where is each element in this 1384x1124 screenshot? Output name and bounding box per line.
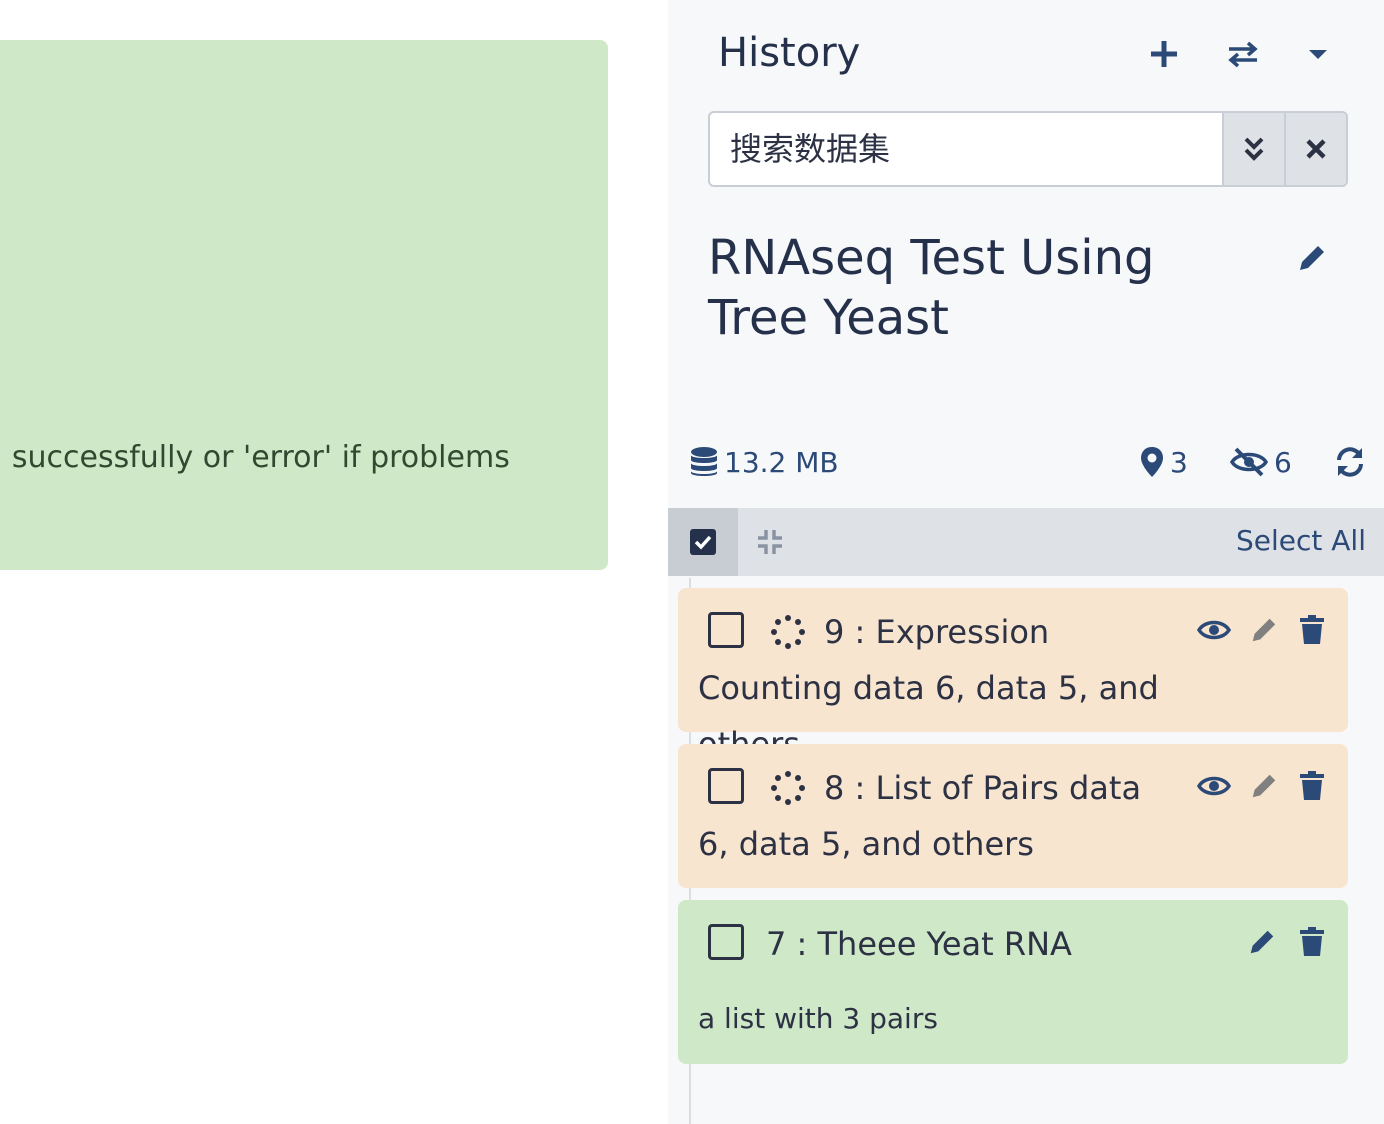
eye-icon — [1197, 620, 1231, 640]
dataset-title[interactable]: 7 : Theee Yeat RNA — [698, 916, 1178, 972]
exchange-icon — [1228, 41, 1258, 68]
switch-history-button[interactable] — [1223, 34, 1263, 74]
trash-icon — [1300, 615, 1324, 644]
plus-icon — [1151, 41, 1177, 67]
history-name: RNAseq Test Using Tree Yeast — [708, 230, 1155, 346]
alert-text: l successfully or 'error' if problems — [0, 440, 510, 475]
compress-icon — [758, 530, 782, 554]
history-options-dropdown[interactable] — [1298, 34, 1338, 74]
delete-dataset-button[interactable] — [1292, 766, 1332, 806]
trash-icon — [1300, 771, 1324, 800]
advanced-search-toggle[interactable] — [1222, 113, 1284, 185]
create-history-button[interactable] — [1144, 34, 1184, 74]
collapse-all-button[interactable] — [752, 524, 788, 560]
history-size[interactable]: 13.2 MB — [690, 440, 839, 484]
view-dataset-button[interactable] — [1194, 766, 1234, 806]
pencil-icon — [1252, 618, 1276, 642]
edit-history-button[interactable] — [1292, 238, 1332, 278]
hidden-datasets-filter[interactable]: 6 — [1230, 440, 1292, 484]
hidden-count: 6 — [1274, 445, 1292, 479]
selection-mode-toggle[interactable] — [668, 508, 738, 576]
edit-collection-button[interactable] — [1242, 922, 1282, 962]
tool-info-alert: l successfully or 'error' if problems — [0, 40, 608, 570]
eye-slash-icon — [1230, 447, 1268, 477]
sync-icon — [1337, 447, 1363, 477]
edit-dataset-button[interactable] — [1244, 766, 1284, 806]
pencil-icon — [1252, 774, 1276, 798]
select-all-button[interactable]: Select All — [1236, 524, 1366, 557]
caret-down-icon — [1309, 50, 1327, 59]
delete-collection-button[interactable] — [1292, 922, 1332, 962]
dataset-title[interactable]: 8 : List of Pairs data 6, data 5, and ot… — [698, 760, 1178, 872]
shown-datasets-filter[interactable]: 3 — [1140, 440, 1188, 484]
shown-count: 3 — [1170, 445, 1188, 479]
search-input[interactable] — [710, 113, 1222, 185]
trash-icon — [1300, 927, 1324, 956]
history-selection-toolbar: Select All — [668, 508, 1384, 576]
list-item[interactable]: 7 : Theee Yeat RNA a list with 3 pairs — [678, 900, 1348, 1064]
edit-dataset-button[interactable] — [1244, 610, 1284, 650]
history-title: History — [718, 30, 861, 76]
list-item[interactable]: 9 : Expression Counting data 6, data 5, … — [678, 588, 1348, 763]
list-item[interactable]: 8 : List of Pairs data 6, data 5, and ot… — [678, 744, 1348, 888]
delete-dataset-button[interactable] — [1292, 610, 1332, 650]
check-square-icon — [690, 529, 716, 555]
close-icon — [1306, 139, 1326, 159]
view-dataset-button[interactable] — [1194, 610, 1234, 650]
eye-icon — [1197, 776, 1231, 796]
clear-search-button[interactable] — [1284, 113, 1346, 185]
collection-description: a list with 3 pairs — [698, 1002, 938, 1035]
refresh-history-button[interactable] — [1334, 440, 1372, 484]
angle-double-down-icon — [1244, 137, 1264, 161]
dataset-search — [708, 111, 1348, 187]
map-marker-icon — [1141, 447, 1163, 477]
pencil-icon — [1250, 930, 1274, 954]
database-icon — [691, 447, 717, 476]
history-size-text: 13.2 MB — [724, 445, 839, 479]
pencil-icon — [1300, 246, 1324, 270]
